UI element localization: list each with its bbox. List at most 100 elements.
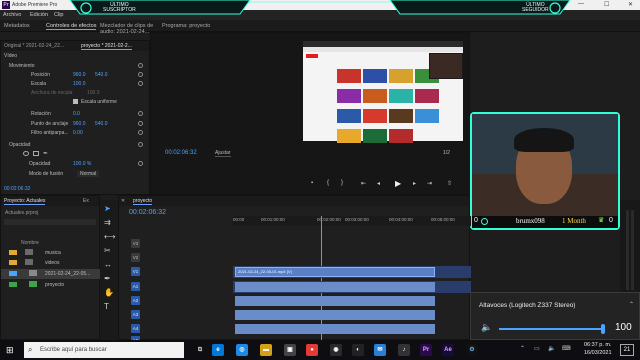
task-view-icon[interactable]: ⧉: [194, 344, 206, 356]
rect-mask-icon[interactable]: [33, 151, 39, 156]
minimize-icon[interactable]: —: [578, 1, 584, 7]
step-back-icon[interactable]: ◂: [377, 180, 380, 187]
after-effects-taskbar-icon[interactable]: Ae: [442, 344, 454, 356]
escala-value[interactable]: 100.0: [73, 81, 86, 87]
name-column-header[interactable]: Nombre: [21, 240, 39, 246]
go-to-in-icon[interactable]: ⇤: [361, 180, 366, 187]
track-label-a3[interactable]: A3: [131, 310, 140, 319]
audio-clip-a3[interactable]: [235, 310, 435, 320]
reset-opacity-icon[interactable]: [138, 161, 143, 166]
track-label-a1[interactable]: A1: [131, 282, 140, 291]
pen-tool-icon[interactable]: ✒: [104, 274, 111, 283]
reset-movimiento-icon[interactable]: [138, 63, 143, 68]
audio-clip-a4[interactable]: [235, 324, 435, 334]
play-icon[interactable]: ▶: [395, 179, 401, 188]
posicion-x-value[interactable]: 960.0: [73, 72, 86, 78]
project-search-input[interactable]: [4, 219, 96, 225]
reset-posicion-icon[interactable]: [138, 72, 143, 77]
chrome-icon[interactable]: ●: [306, 344, 318, 356]
menu-edicion[interactable]: Edición: [30, 12, 48, 18]
clock-date[interactable]: 16/03/2021: [584, 350, 612, 356]
time-ruler[interactable]: 00:00 00:01:00:00 00:02:00:00 00:03:00:0…: [233, 216, 471, 226]
app-icon[interactable]: ◐: [352, 344, 364, 356]
menu-archivo[interactable]: Archivo: [3, 12, 21, 18]
tab-controles-efectos[interactable]: Controles de efectos: [46, 23, 97, 30]
selection-tool-icon[interactable]: ➤: [104, 204, 111, 213]
timeline-timecode[interactable]: 00:02:06:32: [129, 209, 166, 216]
close-sequence-icon[interactable]: ✕: [121, 198, 125, 204]
store-icon[interactable]: ▣: [284, 344, 296, 356]
opacidad-value[interactable]: 100.0 %: [73, 161, 91, 167]
fx-opacidad-header[interactable]: Opacidad: [9, 142, 30, 148]
chevron-up-icon[interactable]: ⌃: [629, 301, 634, 308]
notification-center-icon[interactable]: 21: [620, 344, 634, 356]
project-item-videos[interactable]: videos: [45, 260, 59, 266]
reset-rotacion-icon[interactable]: [138, 111, 143, 116]
close-icon[interactable]: ✕: [628, 1, 633, 8]
track-label-a4[interactable]: A4: [131, 324, 140, 333]
audio-clip-a1[interactable]: [235, 282, 435, 292]
reset-anclaje-icon[interactable]: [138, 121, 143, 126]
language-icon[interactable]: ⌨: [562, 345, 571, 352]
video-clip[interactable]: 2021-02-24_22-05-01.mp4 [V]: [235, 267, 435, 277]
file-explorer-icon[interactable]: ▬: [260, 344, 272, 356]
audio-clip-a2[interactable]: [235, 296, 435, 306]
browser-icon[interactable]: ◎: [236, 344, 248, 356]
track-select-tool-icon[interactable]: ⇉: [104, 218, 111, 227]
filtro-value[interactable]: 0.00: [73, 130, 83, 136]
effects-timecode[interactable]: 00:02:06:32: [4, 186, 30, 192]
reset-opacidad-icon[interactable]: [138, 142, 143, 147]
sound-tray-icon[interactable]: 🔈: [548, 345, 555, 352]
maximize-icon[interactable]: ☐: [604, 1, 609, 8]
reset-filtro-icon[interactable]: [138, 130, 143, 135]
slip-tool-icon[interactable]: ↔: [104, 260, 112, 269]
sequence-tab[interactable]: proyecto: [133, 198, 153, 205]
razor-tool-icon[interactable]: ✂: [104, 246, 111, 255]
fit-dropdown[interactable]: Ajustar: [215, 150, 231, 157]
source-clip-tab[interactable]: Original * 2021-02-24_22...: [4, 43, 64, 49]
volume-slider-track[interactable]: [499, 328, 603, 330]
volume-slider-thumb[interactable]: [601, 324, 605, 334]
rotacion-value[interactable]: 0.0: [73, 111, 80, 117]
mark-out-icon[interactable]: }: [341, 180, 343, 186]
windows-start-icon[interactable]: ⊞: [6, 345, 14, 356]
type-tool-icon[interactable]: T: [104, 302, 109, 311]
project-item-clip[interactable]: 2021-02-24_22-05...: [45, 271, 90, 277]
playhead[interactable]: [321, 216, 322, 341]
menu-clip[interactable]: Clip: [54, 12, 63, 18]
app-icon[interactable]: ♪: [398, 344, 410, 356]
blend-mode-dropdown[interactable]: Normal: [77, 171, 100, 177]
track-label-a2[interactable]: A2: [131, 296, 140, 305]
escala-uniforme-checkbox[interactable]: [73, 99, 78, 104]
tray-chevron-icon[interactable]: ⌃: [520, 345, 525, 352]
mail-icon[interactable]: ✉: [374, 344, 386, 356]
premiere-taskbar-icon[interactable]: Pr: [420, 344, 432, 356]
ripple-edit-tool-icon[interactable]: ⟷: [104, 232, 115, 241]
add-marker-icon[interactable]: ⬩: [311, 180, 313, 187]
obs-icon[interactable]: ◉: [330, 344, 342, 356]
project-item-musica[interactable]: musica: [45, 250, 61, 256]
anclaje-x-value[interactable]: 960.0: [73, 121, 86, 127]
explorer-tab[interactable]: Ex: [83, 198, 89, 204]
step-forward-icon[interactable]: ▸: [413, 180, 416, 187]
project-item-proyecto[interactable]: proyecto: [45, 282, 64, 288]
app-icon[interactable]: ⚙: [466, 344, 478, 356]
speaker-icon[interactable]: 🔈: [481, 322, 492, 333]
go-to-out-icon[interactable]: ⇥: [427, 180, 432, 187]
anclaje-y-value[interactable]: 540.0: [95, 121, 108, 127]
track-label-v2[interactable]: V2: [131, 253, 140, 262]
resolution-dropdown[interactable]: 1/2: [443, 150, 450, 156]
network-icon[interactable]: ▭: [534, 345, 540, 352]
track-label-v1[interactable]: V1: [131, 267, 140, 276]
reset-escala-icon[interactable]: [138, 81, 143, 86]
track-label-v3[interactable]: V3: [131, 239, 140, 248]
hand-tool-icon[interactable]: ✋: [104, 288, 114, 297]
tab-programa[interactable]: Programa: proyecto: [162, 23, 210, 29]
lift-icon[interactable]: ⇧: [447, 180, 452, 187]
clock-time[interactable]: 06:37 p. m.: [584, 342, 612, 348]
project-tab[interactable]: Proyecto: Actuales: [4, 198, 46, 205]
edge-icon[interactable]: e: [212, 344, 224, 356]
sequence-clip-tab[interactable]: proyecto * 2021-02-2...: [81, 43, 132, 50]
tab-metadatos[interactable]: Metadatos: [4, 23, 30, 29]
posicion-y-value[interactable]: 540.0: [95, 72, 108, 78]
